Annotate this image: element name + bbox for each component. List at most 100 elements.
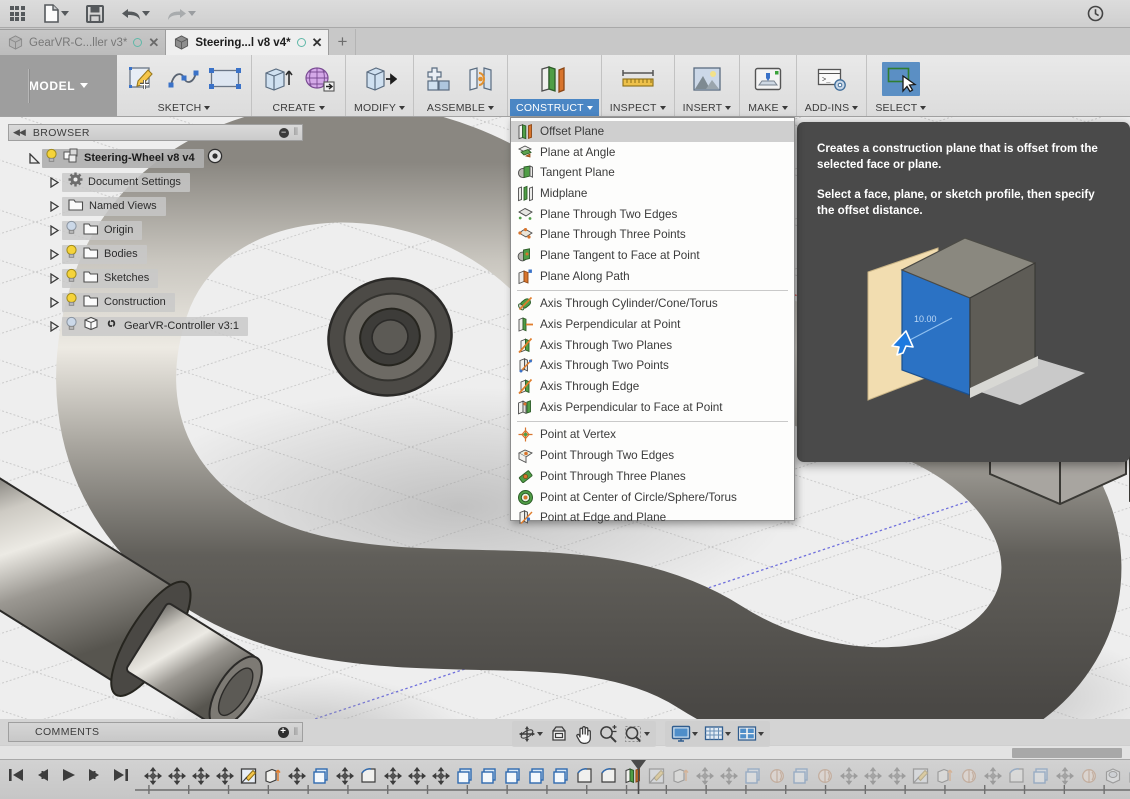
menu-item-axis-through-edge[interactable]: Axis Through Edge (511, 376, 794, 397)
tree-item-origin[interactable]: Origin (8, 218, 303, 242)
joint-icon[interactable] (462, 62, 500, 96)
history-button[interactable] (1078, 1, 1112, 27)
insert-image-icon[interactable] (688, 62, 726, 96)
visibility-bulb-icon[interactable] (65, 292, 78, 312)
menu-item-point-at-edge-and-plane[interactable]: Point at Edge and Plane (511, 507, 794, 528)
menu-item-point-at-center-of-circle[interactable]: Point at Center of Circle/Sphere/Torus (511, 487, 794, 508)
spline-icon[interactable] (165, 62, 203, 96)
expand-triangle-icon[interactable] (46, 296, 62, 308)
visibility-bulb-icon[interactable] (65, 316, 78, 336)
panel-grip[interactable]: ⦀ (294, 127, 298, 138)
ribbon-label-insert[interactable]: INSERT (677, 99, 738, 116)
create-sketch-icon[interactable] (124, 62, 162, 96)
play-button[interactable] (60, 767, 77, 783)
expand-triangle-icon[interactable] (46, 176, 62, 188)
expand-triangle-icon[interactable] (46, 320, 62, 332)
tree-item-document-settings[interactable]: Document Settings (8, 170, 303, 194)
timeline-track[interactable] (135, 760, 1130, 799)
tree-item-sketches[interactable]: Sketches (8, 266, 303, 290)
menu-item-point-through-three-planes[interactable]: Point Through Three Planes (511, 466, 794, 487)
plus-circle-icon[interactable]: + (277, 726, 289, 738)
visibility-bulb-icon[interactable] (45, 148, 58, 168)
tree-item-steering-wheel[interactable]: Steering-Wheel v8 v4 (8, 146, 303, 170)
fit-button[interactable] (622, 722, 652, 746)
tree-item-named-views[interactable]: Named Views (8, 194, 303, 218)
pan-button[interactable] (573, 722, 595, 746)
save-button[interactable] (78, 1, 112, 27)
expand-triangle-icon[interactable] (46, 272, 62, 284)
document-tab-0[interactable]: GearVR-C...ller v3* ✕ (0, 29, 167, 55)
ribbon-label-inspect[interactable]: INSPECT (604, 99, 672, 116)
timeline-marker[interactable] (630, 760, 647, 799)
measure-icon[interactable] (619, 62, 657, 96)
ribbon-label-assemble[interactable]: ASSEMBLE (416, 99, 505, 116)
menu-item-axis-perpendicular-to-face-at-point[interactable]: Axis Perpendicular to Face at Point (511, 397, 794, 418)
scrollbar-thumb[interactable] (1012, 748, 1122, 758)
menu-item-plane-along-path[interactable]: Plane Along Path (511, 266, 794, 287)
ribbon-label-modify[interactable]: MODIFY (348, 99, 411, 116)
menu-item-point-at-vertex[interactable]: Point at Vertex (511, 425, 794, 446)
look-at-button[interactable] (547, 722, 571, 746)
expand-triangle-icon[interactable] (26, 152, 42, 164)
ribbon-label-make[interactable]: MAKE (742, 99, 794, 116)
redo-button[interactable] (158, 1, 204, 27)
tab-close-icon[interactable]: ✕ (312, 36, 323, 49)
menu-item-tangent-plane[interactable]: Tangent Plane (511, 162, 794, 183)
visibility-bulb-icon[interactable] (65, 268, 78, 288)
menu-item-point-through-two-edges[interactable]: Point Through Two Edges (511, 445, 794, 466)
expand-triangle-icon[interactable] (46, 248, 62, 260)
panel-grip[interactable]: ⦀ (294, 727, 298, 738)
grid-snaps-button[interactable] (702, 722, 733, 746)
tab-sync-icon[interactable] (133, 38, 143, 47)
rectangle-icon[interactable] (206, 62, 244, 96)
orbit-button[interactable] (516, 722, 545, 746)
menu-item-axis-perpendicular-at-point[interactable]: Axis Perpendicular at Point (511, 314, 794, 335)
step-forward-button[interactable] (86, 767, 103, 783)
new-file-button[interactable] (34, 1, 78, 27)
jump-to-beginning-button[interactable] (8, 767, 25, 783)
3d-print-icon[interactable] (749, 62, 787, 96)
tab-close-icon[interactable]: ✕ (148, 36, 159, 49)
menu-item-axis-through-two-points[interactable]: Axis Through Two Points (511, 356, 794, 377)
zoom-button[interactable] (597, 722, 620, 746)
expand-triangle-icon[interactable] (46, 200, 62, 212)
viewports-button[interactable] (735, 722, 766, 746)
double-chevron-left-icon[interactable]: ◀◀ (13, 127, 26, 138)
expand-triangle-icon[interactable] (46, 224, 62, 236)
extrude-icon[interactable] (259, 62, 297, 96)
menu-item-axis-through-two-planes[interactable]: Axis Through Two Planes (511, 335, 794, 356)
step-back-button[interactable] (34, 767, 51, 783)
construct-plane-icon[interactable] (535, 62, 573, 96)
menu-item-plane-tangent-to-face-at-point[interactable]: Plane Tangent to Face at Point (511, 245, 794, 266)
new-tab-button[interactable]: + (329, 29, 357, 55)
menu-item-midplane[interactable]: Midplane (511, 183, 794, 204)
ribbon-label-create[interactable]: CREATE (254, 99, 343, 116)
minus-circle-icon[interactable]: − (278, 127, 289, 138)
scripts-addins-icon[interactable]: >_ (813, 62, 851, 96)
new-component-icon[interactable] (421, 62, 459, 96)
ribbon-label-addins[interactable]: ADD-INS (799, 99, 865, 116)
menu-item-offset-plane[interactable]: Offset Plane (511, 121, 794, 142)
tree-item-gearvr-controller[interactable]: GearVR-Controller v3:1 (8, 314, 303, 338)
menu-item-plane-through-three-points[interactable]: Plane Through Three Points (511, 224, 794, 245)
visibility-bulb-icon[interactable] (65, 244, 78, 264)
tree-item-bodies[interactable]: Bodies (8, 242, 303, 266)
menu-item-axis-through-cylinder[interactable]: Axis Through Cylinder/Cone/Torus (511, 294, 794, 315)
visibility-bulb-icon[interactable] (65, 220, 78, 240)
ribbon-label-sketch[interactable]: SKETCH (119, 99, 249, 116)
ribbon-label-select[interactable]: SELECT (869, 99, 932, 116)
press-pull-icon[interactable] (361, 62, 399, 96)
workspace-selector[interactable]: MODEL (0, 55, 117, 116)
jump-to-end-button[interactable] (112, 767, 129, 783)
target-icon[interactable] (207, 148, 223, 169)
display-settings-button[interactable] (669, 722, 700, 746)
tree-item-construction[interactable]: Construction (8, 290, 303, 314)
mesh-icon[interactable] (300, 62, 338, 96)
tab-sync-icon[interactable] (296, 38, 306, 47)
menu-item-plane-at-angle[interactable]: Plane at Angle (511, 142, 794, 163)
select-cursor-icon[interactable] (881, 61, 920, 96)
ribbon-label-construct[interactable]: CONSTRUCT (510, 99, 599, 116)
app-grid-button[interactable] (0, 1, 34, 27)
undo-button[interactable] (112, 1, 158, 27)
menu-item-plane-through-two-edges[interactable]: Plane Through Two Edges (511, 204, 794, 225)
